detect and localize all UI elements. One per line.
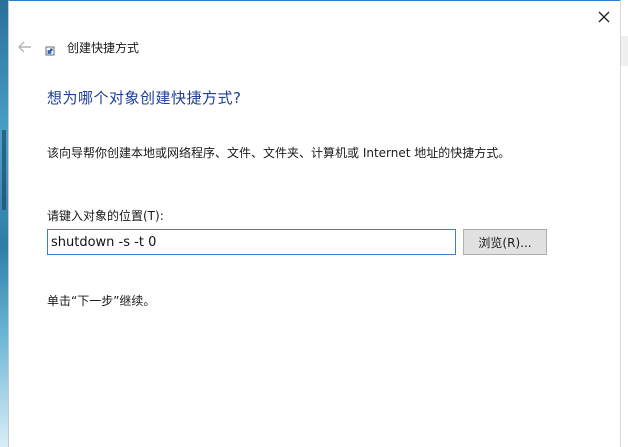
desktop-background-right bbox=[620, 0, 628, 447]
back-arrow-icon bbox=[18, 41, 31, 53]
shortcut-icon bbox=[45, 46, 55, 55]
wizard-description: 该向导帮你创建本地或网络程序、文件、文件夹、计算机或 Internet 地址的快… bbox=[47, 146, 511, 160]
create-shortcut-dialog: 创建快捷方式 想为哪个对象创建快捷方式? 该向导帮你创建本地或网络程序、文件、文… bbox=[8, 0, 621, 447]
continue-hint: 单击“下一步”继续。 bbox=[47, 294, 156, 308]
page-heading: 想为哪个对象创建快捷方式? bbox=[47, 89, 242, 107]
location-label: 请键入对象的位置(T): bbox=[47, 209, 164, 223]
wizard-title-row: 创建快捷方式 bbox=[45, 39, 139, 56]
location-input[interactable] bbox=[47, 229, 456, 255]
background-strip bbox=[621, 36, 628, 66]
screen: 创建快捷方式 想为哪个对象创建快捷方式? 该向导帮你创建本地或网络程序、文件、文… bbox=[0, 0, 628, 447]
close-icon bbox=[598, 11, 610, 23]
desktop-background-left bbox=[0, 0, 8, 447]
back-button[interactable] bbox=[15, 37, 35, 57]
close-button[interactable] bbox=[593, 7, 615, 27]
browse-button[interactable]: 浏览(R)... bbox=[463, 229, 547, 255]
wizard-title: 创建快捷方式 bbox=[67, 41, 140, 55]
